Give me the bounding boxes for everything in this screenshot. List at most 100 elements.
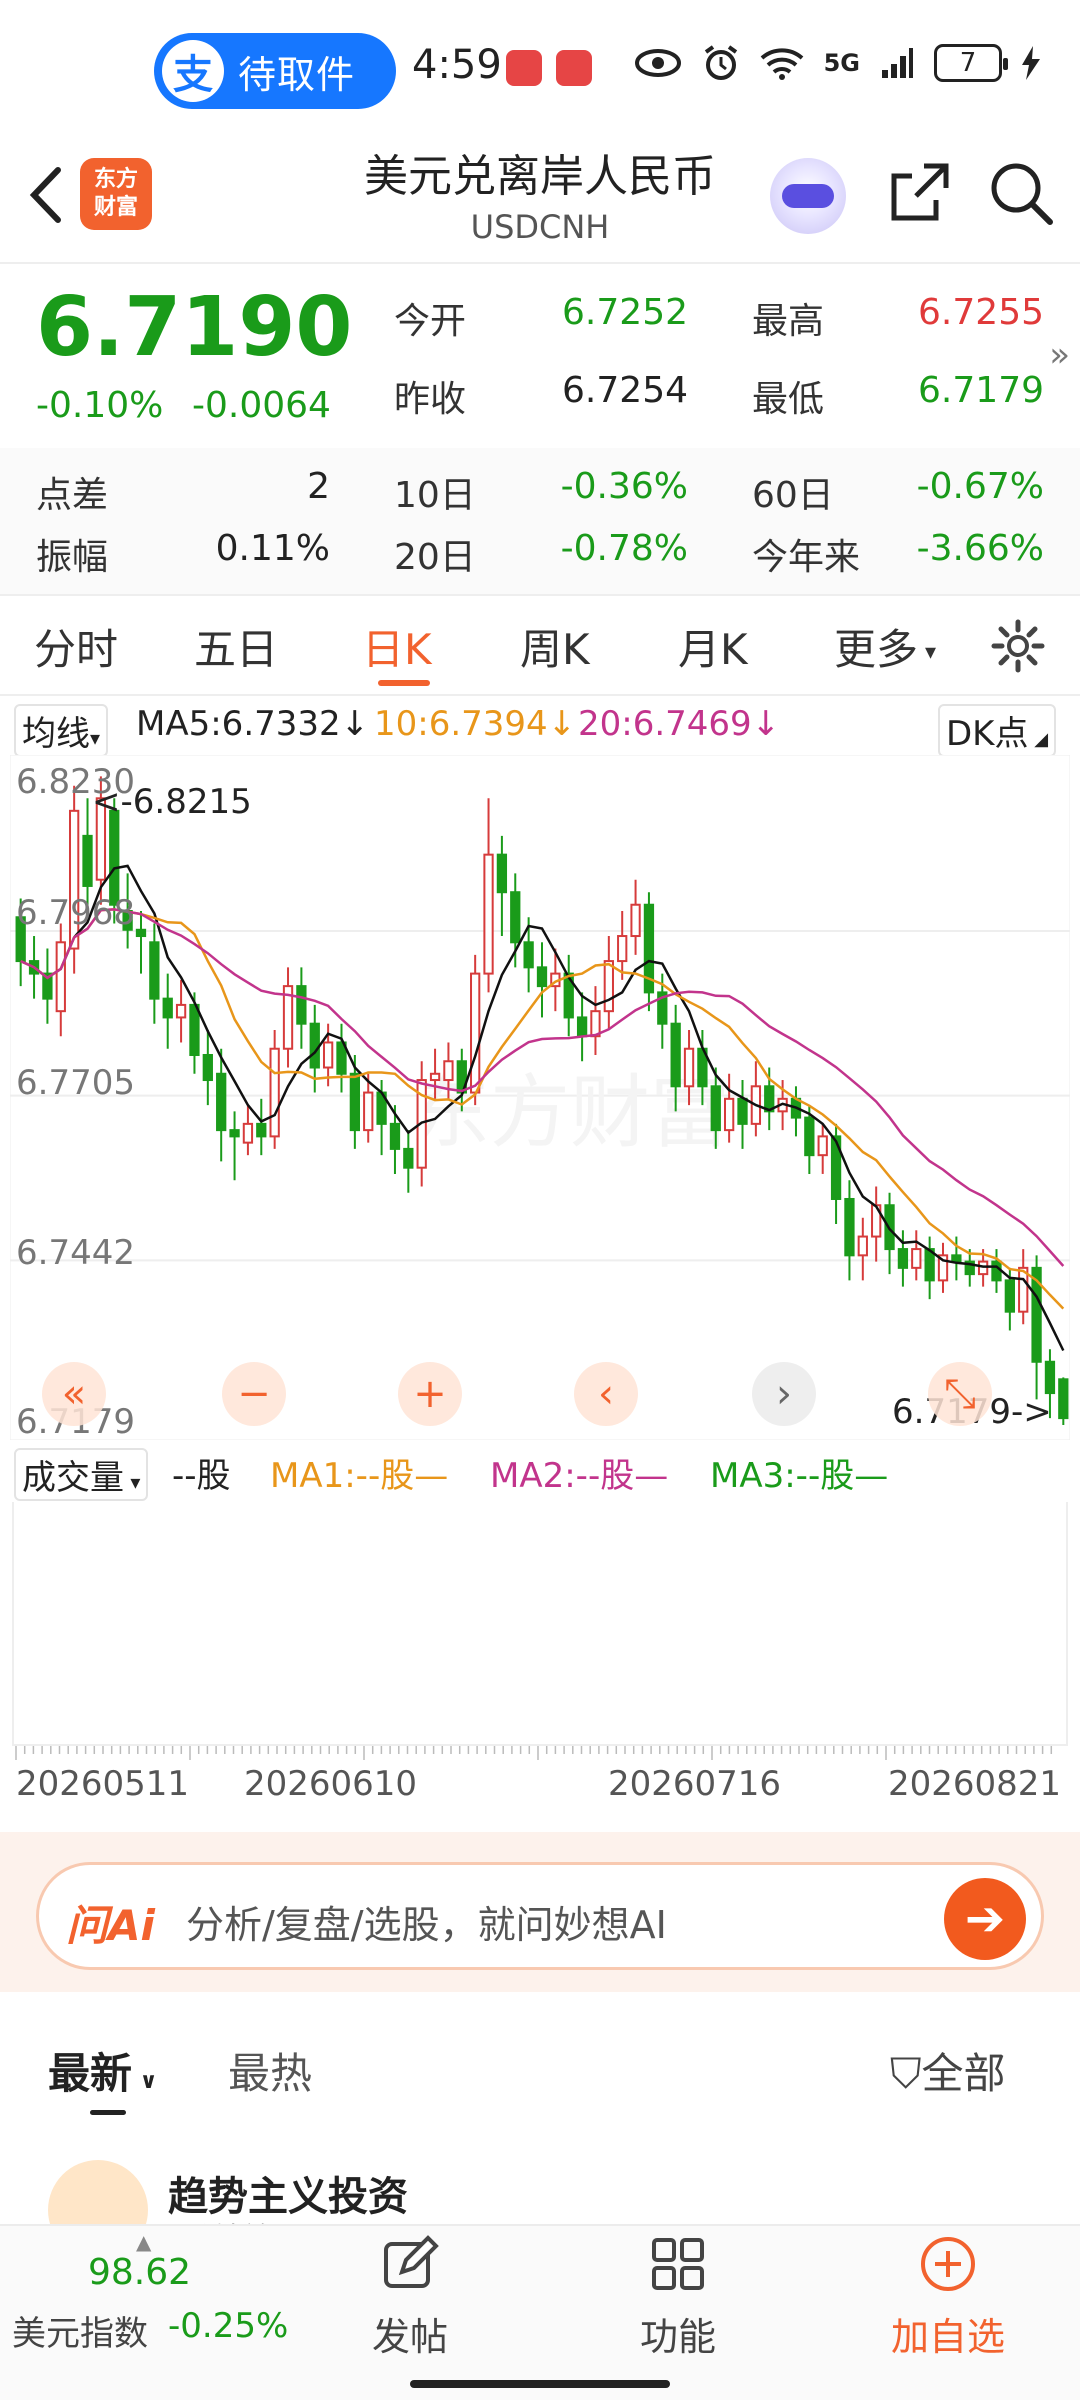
- candle-body: [496, 853, 508, 894]
- ai-brand-icon: 问Ai: [66, 1901, 155, 1950]
- candle-body: [977, 1260, 989, 1276]
- corner-caret-icon: ◢: [1028, 729, 1049, 750]
- candle-body: [951, 1254, 962, 1263]
- tab-more-label: 更多: [834, 625, 919, 674]
- d10-value: -0.36%: [560, 466, 688, 507]
- volume-ma2: MA2:--股—: [490, 1456, 669, 1496]
- dollar-index-change: -0.25%: [168, 2306, 289, 2346]
- home-indicator: [410, 2380, 670, 2388]
- feed-filter[interactable]: ⛉全部: [890, 2040, 1006, 2101]
- volume-ma3: MA3:--股—: [710, 1456, 889, 1496]
- d20-value: -0.78%: [560, 528, 688, 569]
- ma10-value: 10:6.7394↓: [374, 704, 577, 744]
- high-label: 最高: [752, 301, 825, 342]
- candle-body: [683, 1047, 695, 1088]
- author-name[interactable]: 趋势主义投资: [168, 2164, 408, 2222]
- dollar-index-name[interactable]: 美元指数: [12, 2306, 148, 2355]
- amplitude-label: 振幅: [36, 537, 109, 578]
- feed-caret-icon: ∨: [132, 2069, 158, 2094]
- dk-point-button[interactable]: DK点 ◢: [938, 704, 1057, 757]
- dollar-index-value[interactable]: 98.62: [88, 2252, 191, 2293]
- dk-point-label: DK点: [946, 714, 1029, 754]
- tab-monthly-k[interactable]: 月K: [678, 616, 748, 677]
- feed-tab-latest-label: 最新: [48, 2049, 133, 2098]
- ai-go-button[interactable]: ➔: [944, 1878, 1026, 1960]
- scroll-start-button[interactable]: «: [42, 1362, 106, 1426]
- candle-body: [149, 941, 160, 1000]
- candle-body: [162, 997, 173, 1019]
- post-label[interactable]: 发帖: [360, 2306, 460, 2361]
- y-tick-2: 6.7968: [16, 893, 135, 933]
- scroll-right-button[interactable]: ›: [752, 1362, 816, 1426]
- tab-intraday[interactable]: 分时: [34, 616, 118, 677]
- features-label[interactable]: 功能: [628, 2306, 728, 2361]
- change-percent: -0.10%: [36, 385, 164, 426]
- candle-body: [630, 903, 641, 938]
- tab-more[interactable]: 更多 ▾: [834, 616, 936, 677]
- post-edit-icon[interactable]: [380, 2234, 440, 2294]
- add-watchlist-label[interactable]: 加自选: [880, 2306, 1016, 2361]
- candle-body: [256, 1122, 267, 1138]
- feed-filter-label: 全部: [921, 2049, 1006, 2098]
- add-watchlist-icon[interactable]: [918, 2234, 978, 2294]
- candle-body: [737, 1097, 748, 1125]
- delivery-pill[interactable]: 支 待取件: [154, 33, 396, 109]
- book-app-icon: [506, 50, 542, 86]
- date-axis-ticks: [15, 1746, 1053, 1760]
- scroll-left-button[interactable]: ‹: [574, 1362, 638, 1426]
- candle-body: [817, 1135, 828, 1157]
- ai-robot-icon[interactable]: [770, 158, 846, 234]
- candle-body: [202, 1053, 213, 1082]
- candle-body: [911, 1248, 922, 1269]
- share-icon[interactable]: [884, 158, 954, 228]
- volume-select-label: 成交量: [22, 1458, 124, 1498]
- candle-body: [322, 1041, 334, 1069]
- candle-body: [309, 1022, 320, 1069]
- header-divider: [0, 262, 1080, 264]
- dropdown-caret-icon: ▾: [918, 640, 937, 665]
- tab-five-day[interactable]: 五日: [194, 616, 278, 677]
- date-label-2: 20260610: [244, 1764, 418, 1804]
- features-grid-icon[interactable]: [648, 2234, 708, 2294]
- candle-body: [109, 809, 120, 906]
- candle-body: [470, 972, 481, 1094]
- settings-gear-icon[interactable]: [990, 618, 1046, 674]
- charging-icon: [1022, 46, 1040, 80]
- y-tick-4: 6.7442: [16, 1233, 135, 1273]
- active-tab-underline: [378, 680, 430, 686]
- spread-label: 点差: [36, 475, 109, 516]
- candle-body: [483, 853, 494, 975]
- volume-ma1: MA1:--股—: [270, 1456, 449, 1496]
- candle-body: [897, 1248, 909, 1269]
- tab-daily-k[interactable]: 日K: [362, 616, 432, 677]
- candle-body: [229, 1129, 240, 1138]
- network-type: 5G: [823, 49, 860, 77]
- candle-body: [55, 941, 66, 1013]
- signal-icon: [882, 48, 913, 78]
- status-icons: 5G 7: [634, 44, 1040, 82]
- tab-weekly-k[interactable]: 周K: [520, 616, 590, 677]
- zoom-in-button[interactable]: +: [398, 1362, 462, 1426]
- ai-placeholder[interactable]: 分析/复盘/选股，就问妙想AI: [186, 1894, 667, 1949]
- huawei-app-icon: [556, 50, 592, 86]
- high-value: 6.7255: [918, 292, 1044, 333]
- notification-icons: [506, 50, 592, 86]
- candle-body: [723, 1097, 735, 1132]
- app-screen: 支 待取件 4:59 5G 7 东方 财富 美元兑离岸人民币 USDCNH 6.…: [0, 0, 1080, 2400]
- feed-tab-latest[interactable]: 最新 ∨: [48, 2040, 158, 2101]
- spread-value: 2: [307, 466, 330, 507]
- candle-body: [991, 1260, 1002, 1282]
- max-price-marker: <-6.8215: [92, 782, 252, 822]
- volume-select[interactable]: 成交量 ▾: [14, 1448, 149, 1501]
- ytd-value: -3.66%: [916, 528, 1044, 569]
- d10-label: 10日: [394, 475, 476, 516]
- expand-quote-icon[interactable]: »: [1049, 335, 1070, 375]
- candle-body: [443, 1060, 454, 1082]
- zoom-out-button[interactable]: −: [222, 1362, 286, 1426]
- fullscreen-button[interactable]: ⤡: [928, 1362, 992, 1426]
- search-icon[interactable]: [986, 158, 1056, 228]
- volume-panel: [12, 1502, 1068, 1746]
- candlestick-chart[interactable]: 东方财富: [10, 755, 1070, 1440]
- feed-tab-hot[interactable]: 最热: [228, 2040, 312, 2101]
- indicator-select[interactable]: 均线▾: [14, 704, 109, 757]
